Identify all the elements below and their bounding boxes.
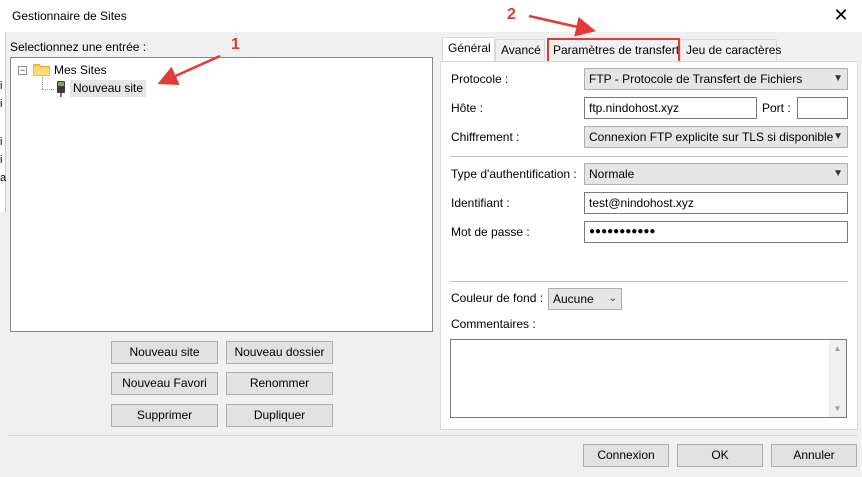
port-input[interactable] — [797, 97, 848, 119]
strip-char: i — [0, 80, 3, 92]
background-window-strip — [0, 32, 6, 212]
strip-char: i — [0, 136, 3, 148]
ok-button[interactable]: OK — [677, 444, 763, 467]
delete-button[interactable]: Supprimer — [111, 404, 218, 427]
encryption-label: Chiffrement : — [451, 130, 520, 144]
folder-icon — [33, 64, 50, 76]
comments-label: Commentaires : — [451, 317, 536, 331]
tree-expander[interactable]: − — [18, 66, 27, 75]
footer-divider — [8, 435, 858, 436]
user-input[interactable]: test@nindohost.xyz — [584, 192, 848, 214]
protocol-label: Protocole : — [451, 72, 509, 86]
tree-label: Selectionnez une entrée : — [10, 40, 147, 54]
section-divider — [450, 156, 848, 157]
rename-button[interactable]: Renommer — [226, 372, 333, 395]
strip-char: i — [0, 154, 3, 166]
connect-button[interactable]: Connexion — [583, 444, 669, 467]
annotation-marker-2: 2 — [507, 6, 516, 23]
port-label: Port : — [762, 101, 791, 115]
tab-general[interactable]: Général — [442, 37, 495, 62]
title-bar — [0, 0, 862, 32]
site-tree[interactable] — [10, 57, 433, 332]
new-folder-button[interactable]: Nouveau dossier — [226, 341, 333, 364]
encryption-select[interactable]: Connexion FTP explicite sur TLS si dispo… — [584, 126, 848, 148]
bg-color-label: Couleur de fond : — [451, 291, 544, 305]
scroll-up-icon[interactable]: ▲ — [829, 340, 846, 357]
password-label: Mot de passe : — [451, 225, 530, 239]
tab-charset[interactable]: Jeu de caractères — [680, 39, 781, 61]
chevron-down-icon: ▼ — [833, 131, 843, 142]
annotation-highlight-box — [547, 38, 680, 63]
chevron-down-icon: ▼ — [833, 168, 843, 179]
encryption-value: Connexion FTP explicite sur TLS si dispo… — [589, 130, 834, 144]
auth-type-label: Type d'authentification : — [451, 167, 577, 181]
cancel-button[interactable]: Annuler — [771, 444, 857, 467]
host-input[interactable]: ftp.nindohost.xyz — [584, 97, 757, 119]
strip-char: i — [0, 98, 3, 110]
comments-textarea[interactable] — [450, 339, 847, 418]
annotation-arrow-1 — [157, 54, 221, 85]
tree-root-label[interactable]: Mes Sites — [54, 63, 107, 77]
bg-color-value: Aucune — [553, 292, 594, 306]
protocol-value: FTP - Protocole de Transfert de Fichiers — [589, 72, 803, 86]
duplicate-button[interactable]: Dupliquer — [226, 404, 333, 427]
auth-type-value: Normale — [589, 167, 635, 181]
annotation-marker-1: 1 — [231, 36, 240, 53]
tree-connector — [42, 89, 54, 90]
tree-item-new-site[interactable]: Nouveau site — [70, 80, 147, 97]
chevron-down-icon: ⌄ — [608, 293, 617, 304]
close-button[interactable]: ✕ — [826, 2, 856, 28]
protocol-select[interactable]: FTP - Protocole de Transfert de Fichiers… — [584, 68, 848, 90]
annotation-arrow-2 — [528, 14, 596, 37]
window-title: Gestionnaire de Sites — [12, 9, 127, 23]
new-bookmark-button[interactable]: Nouveau Favori — [111, 372, 218, 395]
user-label: Identifiant : — [451, 196, 510, 210]
comments-scrollbar[interactable]: ▲ ▼ — [829, 340, 846, 417]
auth-type-select[interactable]: Normale ▼ — [584, 163, 848, 185]
site-icon — [57, 81, 65, 97]
bg-color-select[interactable]: Aucune ⌄ — [548, 288, 622, 310]
new-site-button[interactable]: Nouveau site — [111, 341, 218, 364]
scroll-down-icon[interactable]: ▼ — [829, 400, 846, 417]
password-input[interactable]: ●●●●●●●●●●● — [584, 221, 848, 243]
strip-char: a — [0, 172, 7, 184]
chevron-down-icon: ▼ — [833, 73, 843, 84]
host-label: Hôte : — [451, 101, 484, 115]
tab-advanced[interactable]: Avancé — [495, 39, 545, 61]
section-divider — [450, 281, 848, 282]
tree-connector — [42, 77, 43, 89]
